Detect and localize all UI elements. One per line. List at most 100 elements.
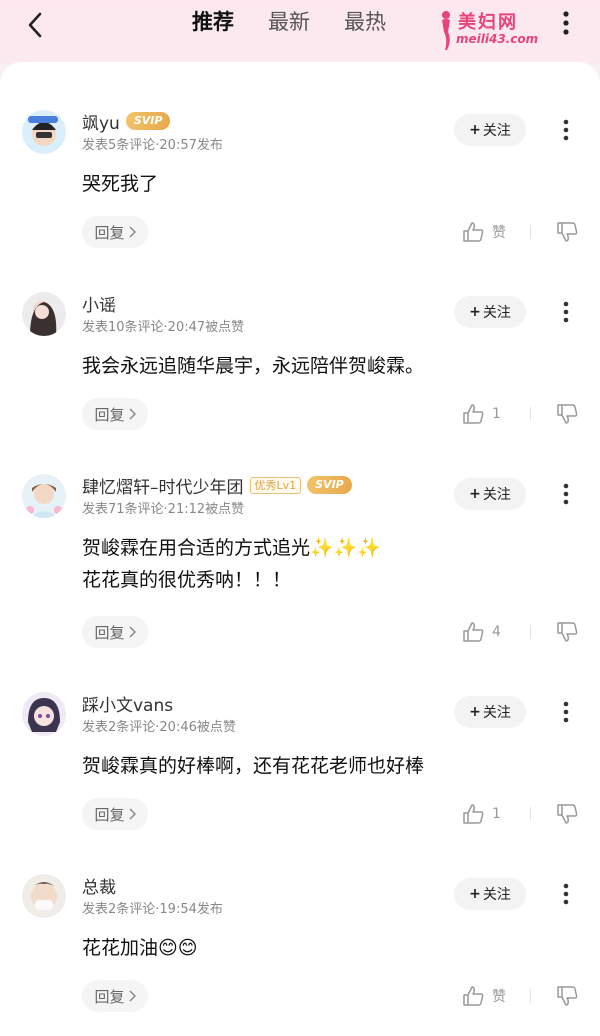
more-menu-icon[interactable] xyxy=(556,8,576,38)
logo-title: 美妇网 xyxy=(458,12,518,33)
like-count: 4 xyxy=(492,624,501,640)
more-options-icon[interactable] xyxy=(556,698,576,726)
like-button[interactable]: 赞 xyxy=(462,980,522,1012)
comment-item: 飒yu SVIP 发表5条评论·20:57发布 + 关注 哭死我了 回复 赞 xyxy=(0,110,600,292)
avatar[interactable] xyxy=(22,292,66,336)
divider xyxy=(530,807,531,821)
comment-text: 我会永远追随华晨宇，永远陪伴贺峻霖。 xyxy=(82,350,562,382)
like-count: 1 xyxy=(492,806,501,822)
follow-label: 关注 xyxy=(482,887,511,903)
reply-button[interactable]: 回复 xyxy=(82,216,148,248)
more-options-icon[interactable] xyxy=(556,880,576,908)
user-name[interactable]: 小谣 xyxy=(82,291,116,316)
comment-line: 我会永远追随华晨宇，永远陪伴贺峻霖。 xyxy=(82,355,425,377)
thumbs-up-icon xyxy=(463,222,484,242)
like-button[interactable]: 赞 xyxy=(462,216,522,248)
reply-label: 回复 xyxy=(94,405,125,424)
comment-meta: 发表2条评论·19:54发布 xyxy=(82,902,223,917)
sort-tabs: 推荐 最新 最热 xyxy=(192,8,386,38)
level-badge: 优秀Lv1 xyxy=(249,476,302,494)
user-name[interactable]: 肆忆熠轩–时代少年团 xyxy=(82,473,244,498)
comment-line: 花花真的很优秀呐！！！ xyxy=(82,569,292,591)
divider xyxy=(530,989,531,1003)
plus-icon: + xyxy=(469,486,481,502)
thumbs-up-icon xyxy=(463,622,484,642)
follow-button[interactable]: + 关注 xyxy=(454,296,526,328)
name-row: 总裁 xyxy=(82,873,116,898)
reply-button[interactable]: 回复 xyxy=(82,798,148,830)
like-button[interactable]: 1 xyxy=(462,398,522,430)
name-row: 小谣 xyxy=(82,291,116,316)
thumbs-down-icon[interactable] xyxy=(556,798,580,830)
comment-text: 贺峻霖真的好棒啊，还有花花老师也好棒 xyxy=(82,750,562,782)
user-name[interactable]: 踩小文vans xyxy=(82,691,173,716)
reply-button[interactable]: 回复 xyxy=(82,616,148,648)
comment-line: 哭死我了 xyxy=(82,173,159,195)
comment-text: 哭死我了 xyxy=(82,168,562,200)
back-icon[interactable] xyxy=(18,10,52,40)
reply-label: 回复 xyxy=(94,805,125,824)
chevron-right-icon xyxy=(128,408,136,420)
tab-hottest[interactable]: 最热 xyxy=(344,8,386,38)
follow-button[interactable]: + 关注 xyxy=(454,478,526,510)
reply-button[interactable]: 回复 xyxy=(82,980,148,1012)
tab-latest[interactable]: 最新 xyxy=(268,8,310,38)
like-button[interactable]: 1 xyxy=(462,798,522,830)
comment-line: 花花加油😊😊 xyxy=(82,937,198,959)
comment-meta: 发表2条评论·20:46被点赞 xyxy=(82,720,236,735)
reply-button[interactable]: 回复 xyxy=(82,398,148,430)
comment-item: 踩小文vans 发表2条评论·20:46被点赞 + 关注 贺峻霖真的好棒啊，还有花… xyxy=(0,692,600,874)
comment-line: 贺峻霖真的好棒啊，还有花花老师也好棒 xyxy=(82,755,425,777)
follow-label: 关注 xyxy=(482,305,511,321)
divider xyxy=(530,625,531,639)
more-options-icon[interactable] xyxy=(556,298,576,326)
svip-badge: SVIP xyxy=(307,476,352,494)
thumbs-down-icon[interactable] xyxy=(556,616,580,648)
reply-label: 回复 xyxy=(94,623,125,642)
reply-label: 回复 xyxy=(94,223,125,242)
comment-line: 贺峻霖在用合适的方式追光✨✨✨ xyxy=(82,537,381,559)
name-row: 肆忆熠轩–时代少年团 优秀Lv1 SVIP xyxy=(82,473,352,498)
divider xyxy=(530,225,531,239)
svip-badge: SVIP xyxy=(125,112,171,130)
thumbs-down-icon[interactable] xyxy=(556,216,580,248)
more-options-icon[interactable] xyxy=(556,480,576,508)
comment-text: 贺峻霖在用合适的方式追光✨✨✨ 花花真的很优秀呐！！！ xyxy=(82,532,562,596)
tab-recommended[interactable]: 推荐 xyxy=(192,8,234,38)
follow-label: 关注 xyxy=(482,487,511,503)
comment-text: 花花加油😊😊 xyxy=(82,932,562,964)
reply-label: 回复 xyxy=(94,987,125,1006)
user-name[interactable]: 总裁 xyxy=(82,873,116,898)
plus-icon: + xyxy=(469,886,481,902)
thumbs-up-icon xyxy=(463,404,484,424)
comment-item: 肆忆熠轩–时代少年团 优秀Lv1 SVIP 发表71条评论·21:12被点赞 +… xyxy=(0,474,600,656)
more-options-icon[interactable] xyxy=(556,116,576,144)
follow-label: 关注 xyxy=(482,705,511,721)
follow-button[interactable]: + 关注 xyxy=(454,114,526,146)
like-count: 1 xyxy=(492,406,501,422)
like-count: 赞 xyxy=(492,225,506,241)
avatar[interactable] xyxy=(22,874,66,918)
like-button[interactable]: 4 xyxy=(462,616,522,648)
thumbs-up-icon xyxy=(463,986,484,1006)
follow-button[interactable]: + 关注 xyxy=(454,878,526,910)
logo-url: meili43.com xyxy=(456,32,539,46)
chevron-right-icon xyxy=(128,808,136,820)
follow-label: 关注 xyxy=(482,123,511,139)
plus-icon: + xyxy=(469,704,481,720)
avatar[interactable] xyxy=(22,110,66,154)
chevron-right-icon xyxy=(128,226,136,238)
thumbs-down-icon[interactable] xyxy=(556,398,580,430)
like-count: 赞 xyxy=(492,989,506,1005)
user-name[interactable]: 飒yu xyxy=(82,109,120,134)
divider xyxy=(530,407,531,421)
thumbs-down-icon[interactable] xyxy=(556,980,580,1012)
name-row: 踩小文vans xyxy=(82,691,173,716)
plus-icon: + xyxy=(469,122,481,138)
avatar[interactable] xyxy=(22,692,66,736)
avatar[interactable] xyxy=(22,474,66,518)
plus-icon: + xyxy=(469,304,481,320)
comment-list: 飒yu SVIP 发表5条评论·20:57发布 + 关注 哭死我了 回复 赞 小谣… xyxy=(0,62,600,1036)
comment-meta: 发表5条评论·20:57发布 xyxy=(82,138,223,153)
follow-button[interactable]: + 关注 xyxy=(454,696,526,728)
